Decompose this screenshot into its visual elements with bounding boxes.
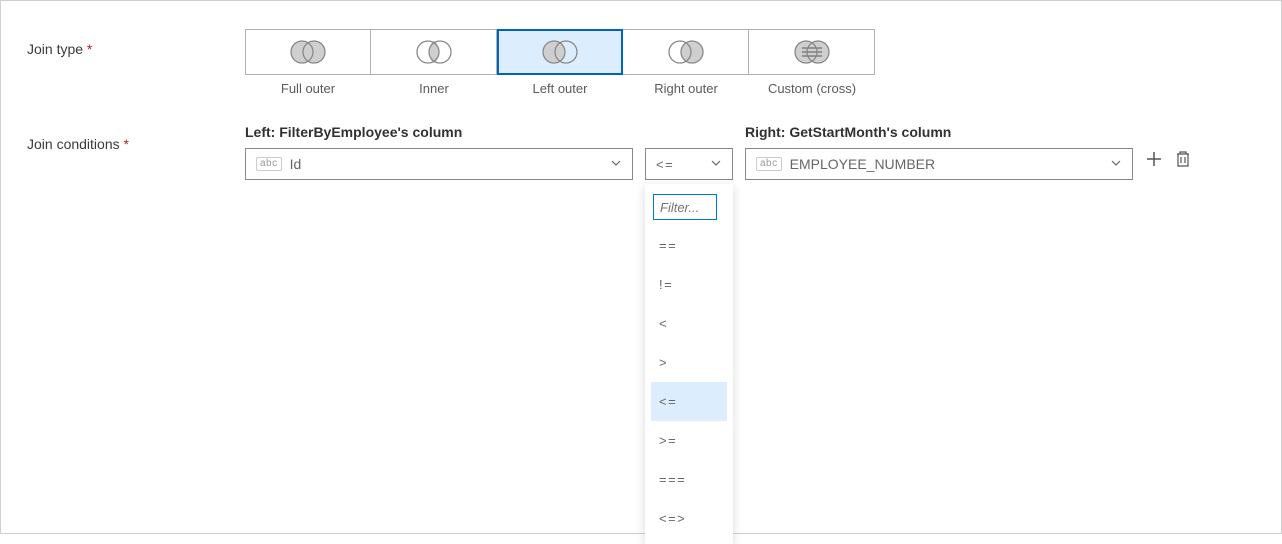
left-column-block: Left: FilterByEmployee's column abc Id bbox=[245, 124, 633, 180]
right-column-block: Right: GetStartMonth's column abc EMPLOY… bbox=[745, 124, 1133, 180]
venn-right-icon bbox=[623, 29, 749, 75]
join-type-options: Full outerInnerLeft outerRight outerCust… bbox=[245, 29, 875, 96]
join-type-tile[interactable]: Right outer bbox=[623, 29, 749, 96]
right-column-dropdown[interactable]: abc EMPLOYEE_NUMBER bbox=[745, 148, 1133, 180]
venn-left-icon bbox=[497, 29, 623, 75]
operator-block: <= bbox=[645, 124, 733, 180]
operator-popup: ==!=<><=>====<=> bbox=[645, 184, 733, 544]
chevron-down-icon bbox=[710, 156, 722, 172]
operator-value: <= bbox=[656, 157, 674, 172]
venn-full-icon bbox=[245, 29, 371, 75]
join-type-tile[interactable]: Full outer bbox=[245, 29, 371, 96]
operator-option[interactable]: === bbox=[651, 460, 727, 499]
operator-option[interactable]: >= bbox=[651, 421, 727, 460]
operator-option[interactable]: == bbox=[651, 226, 727, 265]
delete-condition-button[interactable] bbox=[1175, 150, 1191, 171]
join-type-tile-label: Full outer bbox=[245, 81, 371, 96]
trash-icon bbox=[1175, 150, 1191, 168]
operator-dropdown[interactable]: <= bbox=[645, 148, 733, 180]
join-type-tile-label: Custom (cross) bbox=[749, 81, 875, 96]
join-type-tile[interactable]: Left outer bbox=[497, 29, 623, 96]
left-column-dropdown[interactable]: abc Id bbox=[245, 148, 633, 180]
operator-option[interactable]: <= bbox=[651, 382, 727, 421]
venn-inner-icon bbox=[371, 29, 497, 75]
right-type-badge: abc bbox=[756, 157, 782, 171]
join-type-label: Join type bbox=[27, 29, 237, 57]
join-type-tile-label: Inner bbox=[371, 81, 497, 96]
right-column-value: EMPLOYEE_NUMBER bbox=[790, 156, 1110, 172]
join-type-tile-label: Left outer bbox=[497, 81, 623, 96]
join-type-tile[interactable]: Custom (cross) bbox=[749, 29, 875, 96]
join-conditions-label: Join conditions bbox=[27, 124, 237, 152]
operator-header-spacer bbox=[645, 124, 733, 140]
chevron-down-icon bbox=[610, 156, 622, 172]
join-condition: Left: FilterByEmployee's column abc Id <… bbox=[245, 124, 1191, 180]
operator-option[interactable]: < bbox=[651, 304, 727, 343]
operator-filter-input[interactable] bbox=[653, 194, 717, 220]
join-type-tile-label: Right outer bbox=[623, 81, 749, 96]
condition-actions bbox=[1145, 150, 1191, 171]
left-type-badge: abc bbox=[256, 157, 282, 171]
left-column-value: Id bbox=[290, 156, 610, 172]
plus-icon bbox=[1145, 150, 1163, 168]
operator-option[interactable]: != bbox=[651, 265, 727, 304]
join-type-row: Join type Full outerInnerLeft outerRight… bbox=[27, 29, 1255, 96]
operator-option[interactable]: <=> bbox=[651, 499, 727, 538]
venn-cross-icon bbox=[749, 29, 875, 75]
left-column-header: Left: FilterByEmployee's column bbox=[245, 124, 633, 140]
add-condition-button[interactable] bbox=[1145, 150, 1163, 171]
join-conditions-row: Join conditions Left: FilterByEmployee's… bbox=[27, 124, 1255, 180]
chevron-down-icon bbox=[1110, 156, 1122, 172]
join-type-tile[interactable]: Inner bbox=[371, 29, 497, 96]
operator-option[interactable]: > bbox=[651, 343, 727, 382]
right-column-header: Right: GetStartMonth's column bbox=[745, 124, 1133, 140]
